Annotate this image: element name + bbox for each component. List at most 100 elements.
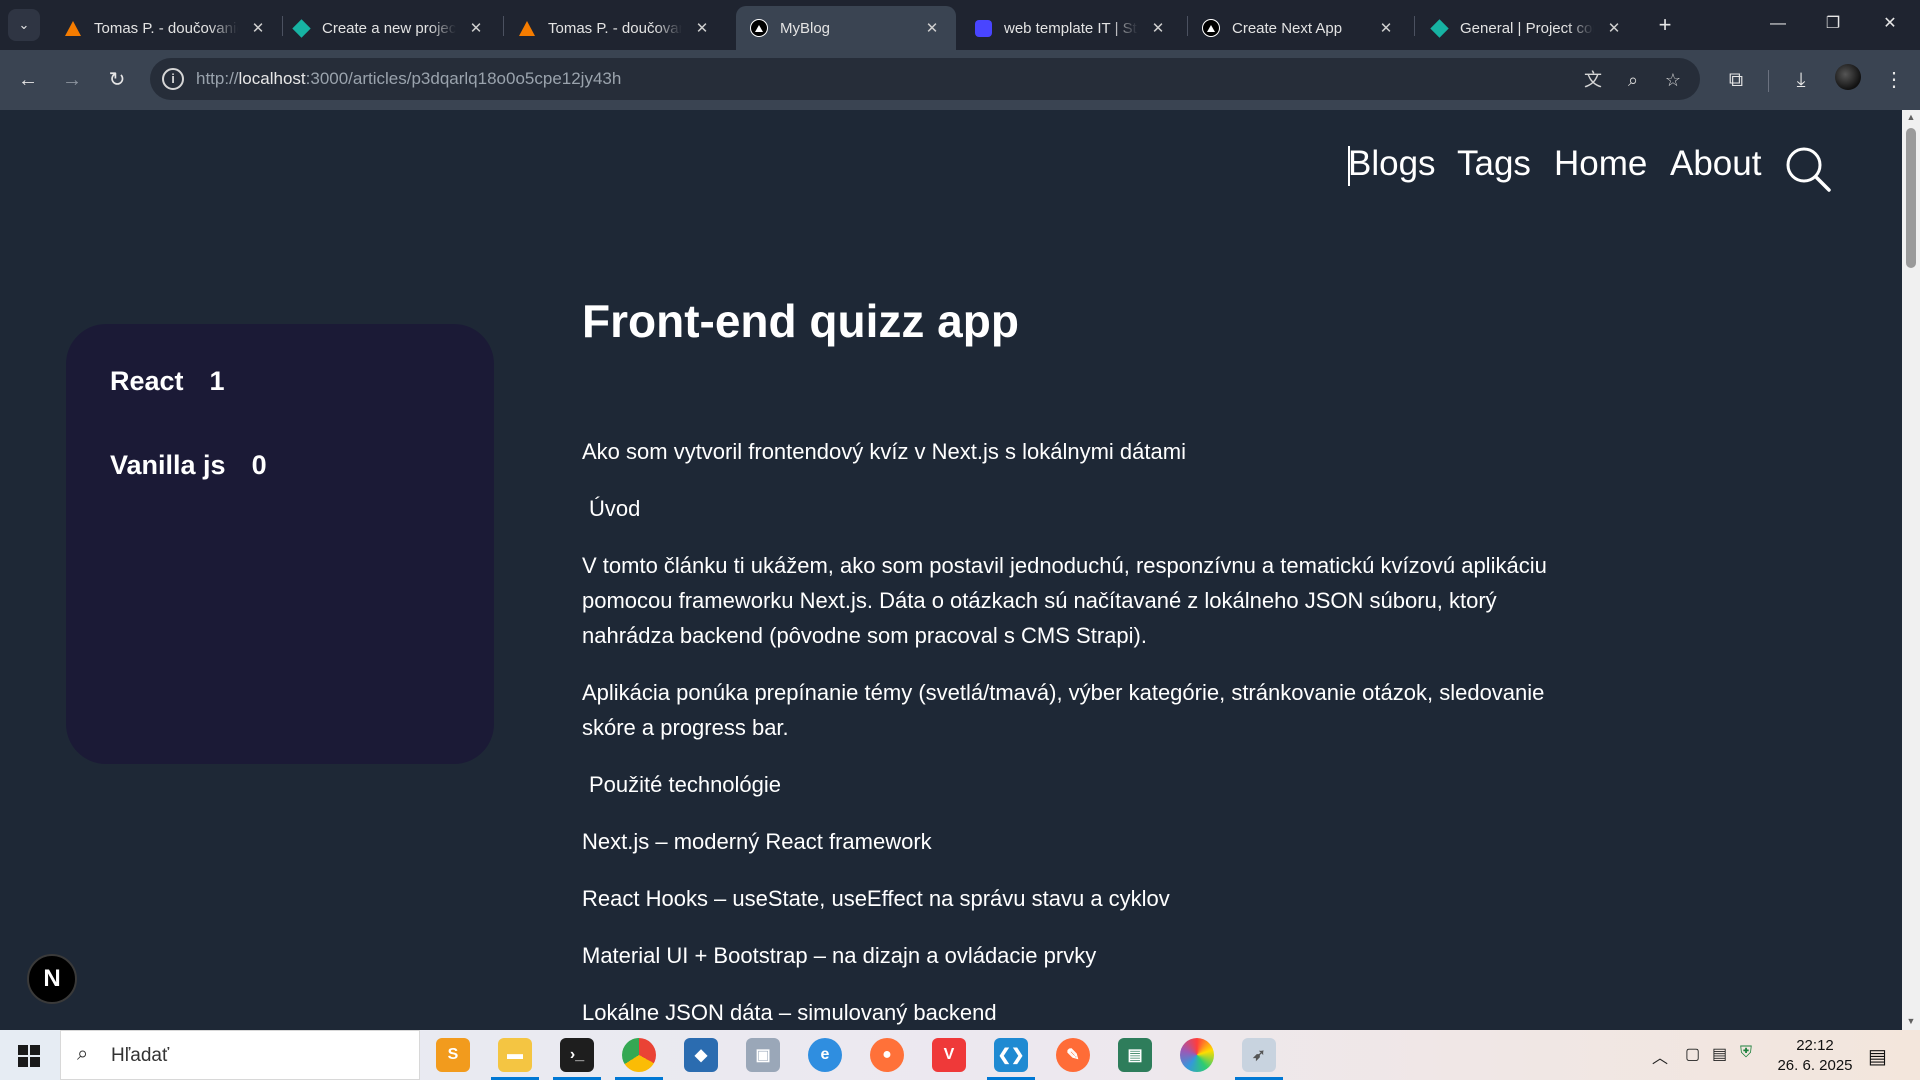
vivaldi-icon[interactable]: V	[932, 1038, 966, 1072]
window-close-icon[interactable]: ✕	[1872, 10, 1908, 38]
close-icon[interactable]: ✕	[922, 19, 942, 37]
tab-title: MyBlog	[780, 19, 831, 37]
scroll-down-icon[interactable]: ▼	[1906, 1016, 1916, 1026]
tab-title: Tomas P. - doučovanie	[548, 19, 682, 37]
browser-tab[interactable]: Tomas P. - doučovanie ✕	[50, 6, 282, 50]
close-icon[interactable]: ✕	[1604, 19, 1624, 37]
address-bar[interactable]: i http://localhost:3000/articles/p3dqarl…	[150, 58, 1700, 100]
tray-device-icon[interactable]: ▢	[1685, 1044, 1700, 1064]
chrome-icon[interactable]	[622, 1038, 656, 1072]
nav-link-about[interactable]: About	[1670, 144, 1761, 184]
taskbar-clock[interactable]: 22:12 26. 6. 2025	[1770, 1036, 1860, 1076]
article-paragraph: V tomto článku ti ukážem, ako som postav…	[582, 553, 1547, 648]
tab-search-button[interactable]: ⌄	[8, 9, 40, 41]
tag-item-vanilla-js[interactable]: Vanilla js 0	[110, 450, 267, 481]
close-icon[interactable]: ✕	[248, 19, 268, 37]
diamond-icon	[291, 18, 311, 38]
tab-separator	[1414, 16, 1415, 36]
tag-count: 0	[251, 450, 267, 480]
text-cursor	[1348, 146, 1350, 186]
browser-tab-bar: ⌄ Tomas P. - doučovanie ✕ Create a new p…	[0, 0, 1920, 50]
web-page: Blogs Tags Home About React 1 Vanilla js 0…	[0, 110, 1902, 1030]
toolbar-divider	[1768, 70, 1769, 92]
terminal-icon[interactable]: ›_	[560, 1038, 594, 1072]
site-info-icon[interactable]: i	[162, 68, 184, 90]
reload-icon[interactable]: ↻	[101, 64, 133, 96]
postman-icon[interactable]: ✎	[1056, 1038, 1090, 1072]
tag-count: 1	[209, 366, 225, 396]
app-green-icon[interactable]: ▤	[1118, 1038, 1152, 1072]
tech-item: React Hooks – useState, useEffect na spr…	[582, 886, 1170, 911]
browser-tab[interactable]: Tomas P. - doučovanie ✕	[504, 6, 726, 50]
download-icon[interactable]: ⤓	[1785, 64, 1817, 96]
search-icon[interactable]	[1785, 146, 1831, 192]
minimize-icon[interactable]: —	[1760, 10, 1796, 38]
nav-link-home[interactable]: Home	[1554, 144, 1647, 184]
tab-title: Create Next App	[1232, 19, 1343, 37]
file-explorer-icon[interactable]: ▬	[498, 1038, 532, 1072]
browser-tab-active[interactable]: MyBlog ✕	[736, 6, 956, 50]
tray-shield-icon[interactable]: ⛨	[1740, 1044, 1752, 1062]
tech-item: Material UI + Bootstrap – na dizajn a ov…	[582, 943, 1097, 968]
app-icon[interactable]: ◆	[684, 1038, 718, 1072]
zoom-icon[interactable]: ⌕	[1620, 67, 1646, 93]
browser-toolbar: ← → ↻ i http://localhost:3000/articles/p…	[0, 50, 1920, 110]
profile-avatar[interactable]	[1835, 64, 1861, 90]
taskbar-search-box[interactable]: ⌕ Hľadať	[60, 1030, 420, 1080]
more-menu-icon[interactable]: ⋮	[1878, 64, 1910, 96]
tab-title: web template IT | Strapi	[1004, 19, 1138, 37]
tech-item: Next.js – moderný React framework	[582, 829, 932, 854]
tag-name: Vanilla js	[110, 450, 226, 480]
tag-name: React	[110, 366, 184, 396]
tab-title: Tomas P. - doučovanie	[94, 19, 238, 37]
translate-icon[interactable]: 文	[1580, 67, 1606, 93]
color-wheel-icon[interactable]	[1180, 1038, 1214, 1072]
tray-card-icon[interactable]: ▤	[1712, 1044, 1727, 1064]
extensions-icon[interactable]: ⧉	[1720, 64, 1752, 96]
app-window-icon[interactable]: ▣	[746, 1038, 780, 1072]
browser-tab[interactable]: Create a new project ✕	[278, 6, 500, 50]
tag-item-react[interactable]: React 1	[110, 366, 225, 397]
strapi-icon	[974, 19, 992, 37]
section-heading-technologies: Použité technológie	[589, 772, 782, 797]
nav-link-blogs[interactable]: Blogs	[1348, 144, 1436, 184]
rocket-icon[interactable]: ➶	[1242, 1038, 1276, 1072]
close-icon[interactable]: ✕	[466, 19, 486, 37]
scroll-thumb[interactable]	[1906, 128, 1916, 268]
bookmark-star-icon[interactable]: ☆	[1660, 67, 1686, 93]
notification-icon[interactable]: ▤	[1868, 1044, 1887, 1069]
tech-item: Lokálne JSON dáta – simulovaný backend	[582, 1000, 997, 1025]
windows-start-icon[interactable]	[18, 1045, 40, 1067]
url-text[interactable]: http://localhost:3000/articles/p3dqarlq1…	[196, 69, 621, 89]
sublime-text-icon[interactable]: S	[436, 1038, 470, 1072]
nextjs-dev-badge[interactable]: N	[27, 954, 77, 1004]
windows-taskbar: ⌕ Hľadať S ▬ ›_ ◆ ▣ e ● V ❮❯ ✎ ▤ ➶ ︿ ▢ ▤…	[0, 1030, 1920, 1080]
back-arrow-icon[interactable]: ←	[12, 64, 44, 96]
page-scrollbar[interactable]: ▲ ▼	[1902, 110, 1920, 1030]
firefox-icon[interactable]: ●	[870, 1038, 904, 1072]
restore-icon[interactable]: ❐	[1815, 10, 1851, 38]
new-tab-button[interactable]: +	[1652, 12, 1678, 38]
close-icon[interactable]: ✕	[1376, 19, 1396, 37]
internet-explorer-icon[interactable]: e	[808, 1038, 842, 1072]
search-icon: ⌕	[77, 1043, 89, 1065]
section-heading-intro: Úvod	[589, 496, 641, 521]
article-body: Ako som vytvoril frontendový kvíz v Next…	[582, 434, 1582, 1030]
taskbar-search-placeholder: Hľadať	[111, 1045, 170, 1066]
nextjs-icon	[1202, 19, 1220, 37]
firebase-icon	[64, 19, 82, 37]
close-icon[interactable]: ✕	[1148, 19, 1168, 37]
browser-tab[interactable]: Create Next App ✕	[1188, 6, 1410, 50]
scroll-up-icon[interactable]: ▲	[1906, 112, 1916, 122]
vscode-icon[interactable]: ❮❯	[994, 1038, 1028, 1072]
firebase-icon	[518, 19, 536, 37]
browser-tab[interactable]: web template IT | Strapi ✕	[960, 6, 1182, 50]
clock-time: 22:12	[1796, 1037, 1834, 1054]
close-icon[interactable]: ✕	[692, 19, 712, 37]
forward-arrow-icon[interactable]: →	[56, 64, 88, 96]
article-title: Front-end quizz app	[582, 295, 1019, 347]
tab-title: General | Project con	[1460, 19, 1594, 37]
tray-chevron-up-icon[interactable]: ︿	[1652, 1044, 1668, 1068]
nav-link-tags[interactable]: Tags	[1457, 144, 1531, 184]
browser-tab[interactable]: General | Project con ✕	[1416, 6, 1638, 50]
